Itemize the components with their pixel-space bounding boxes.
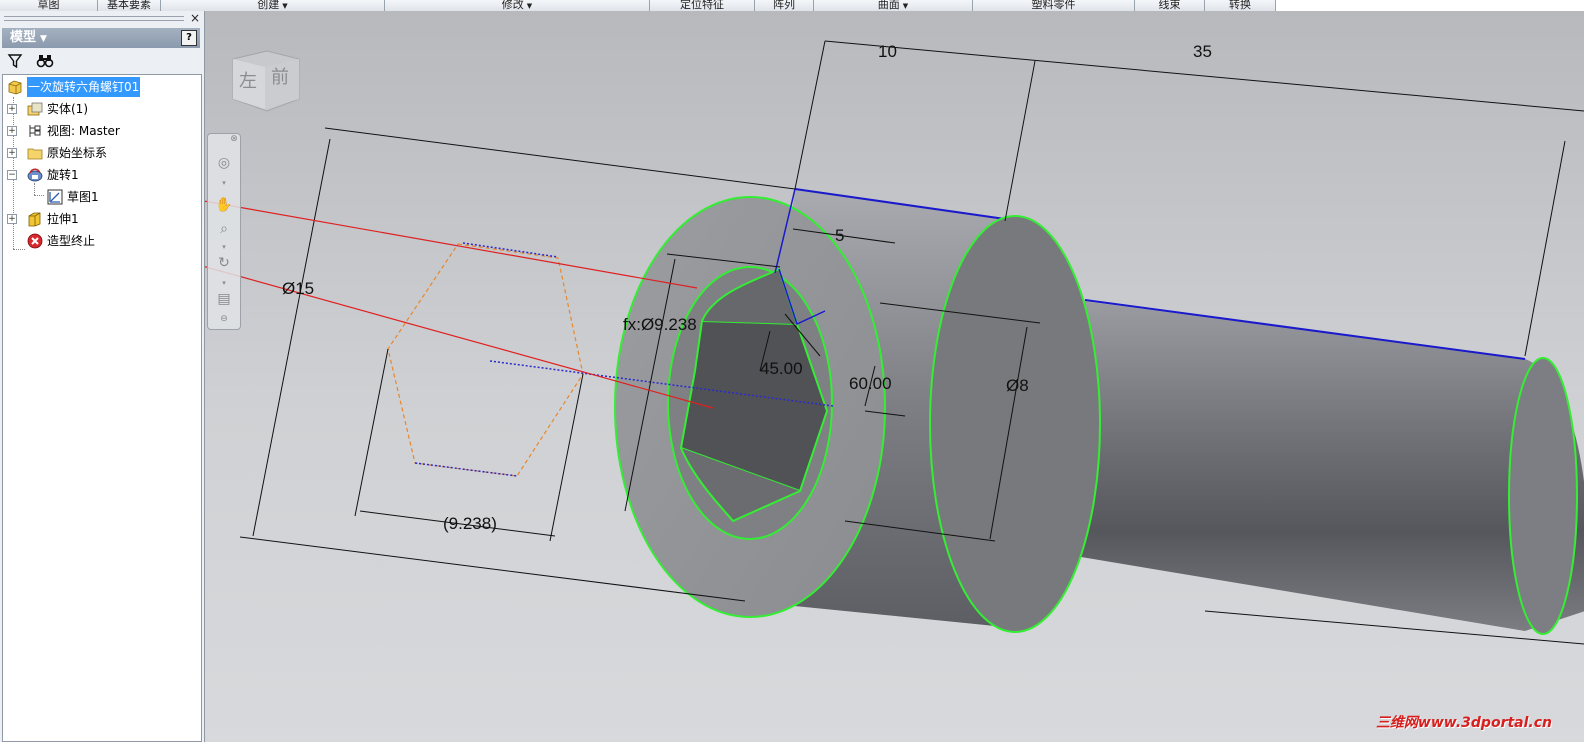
ribbon-group-convert[interactable]: 转换 bbox=[1205, 0, 1276, 11]
sketch-icon bbox=[47, 189, 63, 205]
ribbon-group-pattern[interactable]: 阵列 bbox=[755, 0, 814, 11]
dimension-10[interactable]: 10 bbox=[878, 42, 897, 61]
tree-connector bbox=[13, 249, 25, 250]
dimension-5[interactable]: 5 bbox=[835, 226, 844, 245]
part-icon bbox=[7, 79, 23, 95]
tree-connector bbox=[34, 183, 35, 195]
ribbon-group-plastic[interactable]: 塑料零件 bbox=[973, 0, 1135, 11]
viewcube-left-face[interactable]: 左 bbox=[239, 67, 257, 93]
ribbon-group-label: 线束 bbox=[1158, 0, 1181, 11]
viewcube-front-face[interactable]: 前 bbox=[271, 63, 289, 89]
navigation-bar: ⊗ ◎ ▾ ✋ ⌕ ▾ ↻ ▾ ▤ ⊖ bbox=[207, 133, 241, 330]
look-at-icon[interactable]: ▤ bbox=[215, 290, 233, 308]
ribbon-group-sketch[interactable]: 草图 bbox=[0, 0, 98, 11]
expand-icon[interactable]: + bbox=[7, 104, 17, 114]
close-icon[interactable]: ⊗ bbox=[229, 134, 239, 144]
view-cube[interactable]: 左 前 bbox=[227, 47, 307, 117]
tree-item-label: 造型终止 bbox=[47, 234, 96, 248]
tree-item-label: 实体(1) bbox=[47, 102, 88, 116]
tree-item-label: 拉伸1 bbox=[47, 212, 79, 226]
browser-toolbar bbox=[2, 50, 200, 72]
origin-folder-icon bbox=[27, 145, 43, 161]
browser-title-bar[interactable]: 模型 ▼ ? bbox=[2, 28, 200, 48]
tree-item-label: 草图1 bbox=[67, 190, 99, 204]
extrude-feature-icon bbox=[27, 211, 43, 227]
zoom-icon[interactable]: ⌕ bbox=[215, 220, 233, 238]
graphics-viewport[interactable]: 10 35 5 Ø15 fx:Ø9.238 45.00 60.00 Ø8 (9.… bbox=[205, 11, 1584, 742]
expand-icon[interactable]: + bbox=[7, 148, 17, 158]
ribbon-group-label: 定位特征 bbox=[680, 0, 724, 11]
model-tree: 一次旋转六角螺钉01 + 实体(1) + 视图: Master + 原始坐标系 … bbox=[2, 74, 202, 742]
shaft-end-face bbox=[1508, 357, 1578, 635]
ribbon-group-modify[interactable]: 修改 ▼ bbox=[385, 0, 650, 11]
panel-grip[interactable] bbox=[4, 16, 184, 21]
ribbon-group-label: 曲面 bbox=[877, 0, 900, 11]
revolve-feature-icon bbox=[27, 167, 43, 183]
close-icon[interactable]: × bbox=[188, 11, 202, 25]
tree-item-label: 原始坐标系 bbox=[47, 146, 108, 160]
help-button[interactable]: ? bbox=[181, 30, 197, 46]
pan-hand-icon[interactable]: ✋ bbox=[215, 196, 233, 214]
ribbon-group-label: 基本要素 bbox=[107, 0, 151, 11]
find-binoculars-icon[interactable] bbox=[36, 53, 54, 69]
chevron-down-icon: ▼ bbox=[282, 2, 288, 10]
ribbon: 草图 基本要素 创建 ▼ 修改 ▼ 定位特征 阵列 曲面 ▼ 塑料零件 线束 转换 bbox=[0, 0, 1584, 11]
screw-head[interactable] bbox=[614, 188, 1101, 633]
collapse-icon[interactable]: − bbox=[7, 170, 17, 180]
dimension-9238-ref[interactable]: (9.238) bbox=[443, 514, 497, 533]
filter-icon[interactable] bbox=[7, 53, 23, 69]
chevron-down-icon[interactable]: ▾ bbox=[215, 174, 233, 192]
dimension-45[interactable]: 45.00 bbox=[760, 359, 803, 378]
model-browser: × 模型 ▼ ? 一次旋转六角螺钉01 + 实体(1) + 视图: Master… bbox=[0, 11, 205, 742]
orbit-icon[interactable]: ↻ bbox=[215, 254, 233, 272]
ribbon-group-label: 阵列 bbox=[773, 0, 795, 11]
solid-bodies-icon bbox=[27, 101, 43, 117]
expand-icon[interactable]: + bbox=[7, 214, 17, 224]
tree-item-label: 旋转1 bbox=[47, 168, 79, 182]
view-rep-icon bbox=[27, 123, 43, 139]
tree-item-label: 一次旋转六角螺钉01 bbox=[27, 77, 141, 97]
ribbon-group-label: 草图 bbox=[37, 0, 60, 11]
dimension-60[interactable]: 60.00 bbox=[849, 374, 892, 393]
dimension-dia-9238[interactable]: fx:Ø9.238 bbox=[623, 315, 697, 334]
chevron-down-icon: ▼ bbox=[526, 2, 533, 10]
ribbon-group-label: 修改 bbox=[501, 0, 524, 11]
dimension-35[interactable]: 35 bbox=[1193, 42, 1212, 61]
steering-wheel-icon[interactable]: ◎ bbox=[215, 154, 233, 172]
ribbon-group-label: 塑料零件 bbox=[1031, 0, 1076, 11]
tree-item-label: 视图: Master bbox=[47, 124, 120, 138]
ribbon-group-create[interactable]: 创建 ▼ bbox=[161, 0, 385, 11]
ribbon-group-surface[interactable]: 曲面 ▼ bbox=[814, 0, 973, 11]
dimension-dia-15[interactable]: Ø15 bbox=[282, 279, 314, 298]
ribbon-group-work-features[interactable]: 定位特征 bbox=[650, 0, 755, 11]
dimension-dia-8[interactable]: Ø8 bbox=[1006, 376, 1029, 395]
head-back-edge bbox=[929, 215, 1101, 633]
end-of-part-icon bbox=[27, 233, 43, 249]
chevron-down-icon: ▼ bbox=[902, 2, 909, 10]
ribbon-group-label: 创建 bbox=[257, 0, 280, 11]
ribbon-group-primitives[interactable]: 基本要素 bbox=[98, 0, 161, 11]
customize-icon[interactable]: ⊖ bbox=[215, 310, 233, 328]
watermark: 三维网www.3dportal.cn bbox=[1375, 715, 1552, 731]
model-canvas[interactable]: 10 35 5 Ø15 fx:Ø9.238 45.00 60.00 Ø8 (9.… bbox=[205, 11, 1584, 742]
expand-icon[interactable]: + bbox=[7, 126, 17, 136]
ribbon-group-harness[interactable]: 线束 bbox=[1135, 0, 1205, 11]
browser-title: 模型 bbox=[10, 30, 37, 45]
ribbon-group-label: 转换 bbox=[1229, 0, 1251, 11]
tree-connector bbox=[34, 195, 44, 196]
chevron-down-icon: ▼ bbox=[40, 34, 47, 44]
